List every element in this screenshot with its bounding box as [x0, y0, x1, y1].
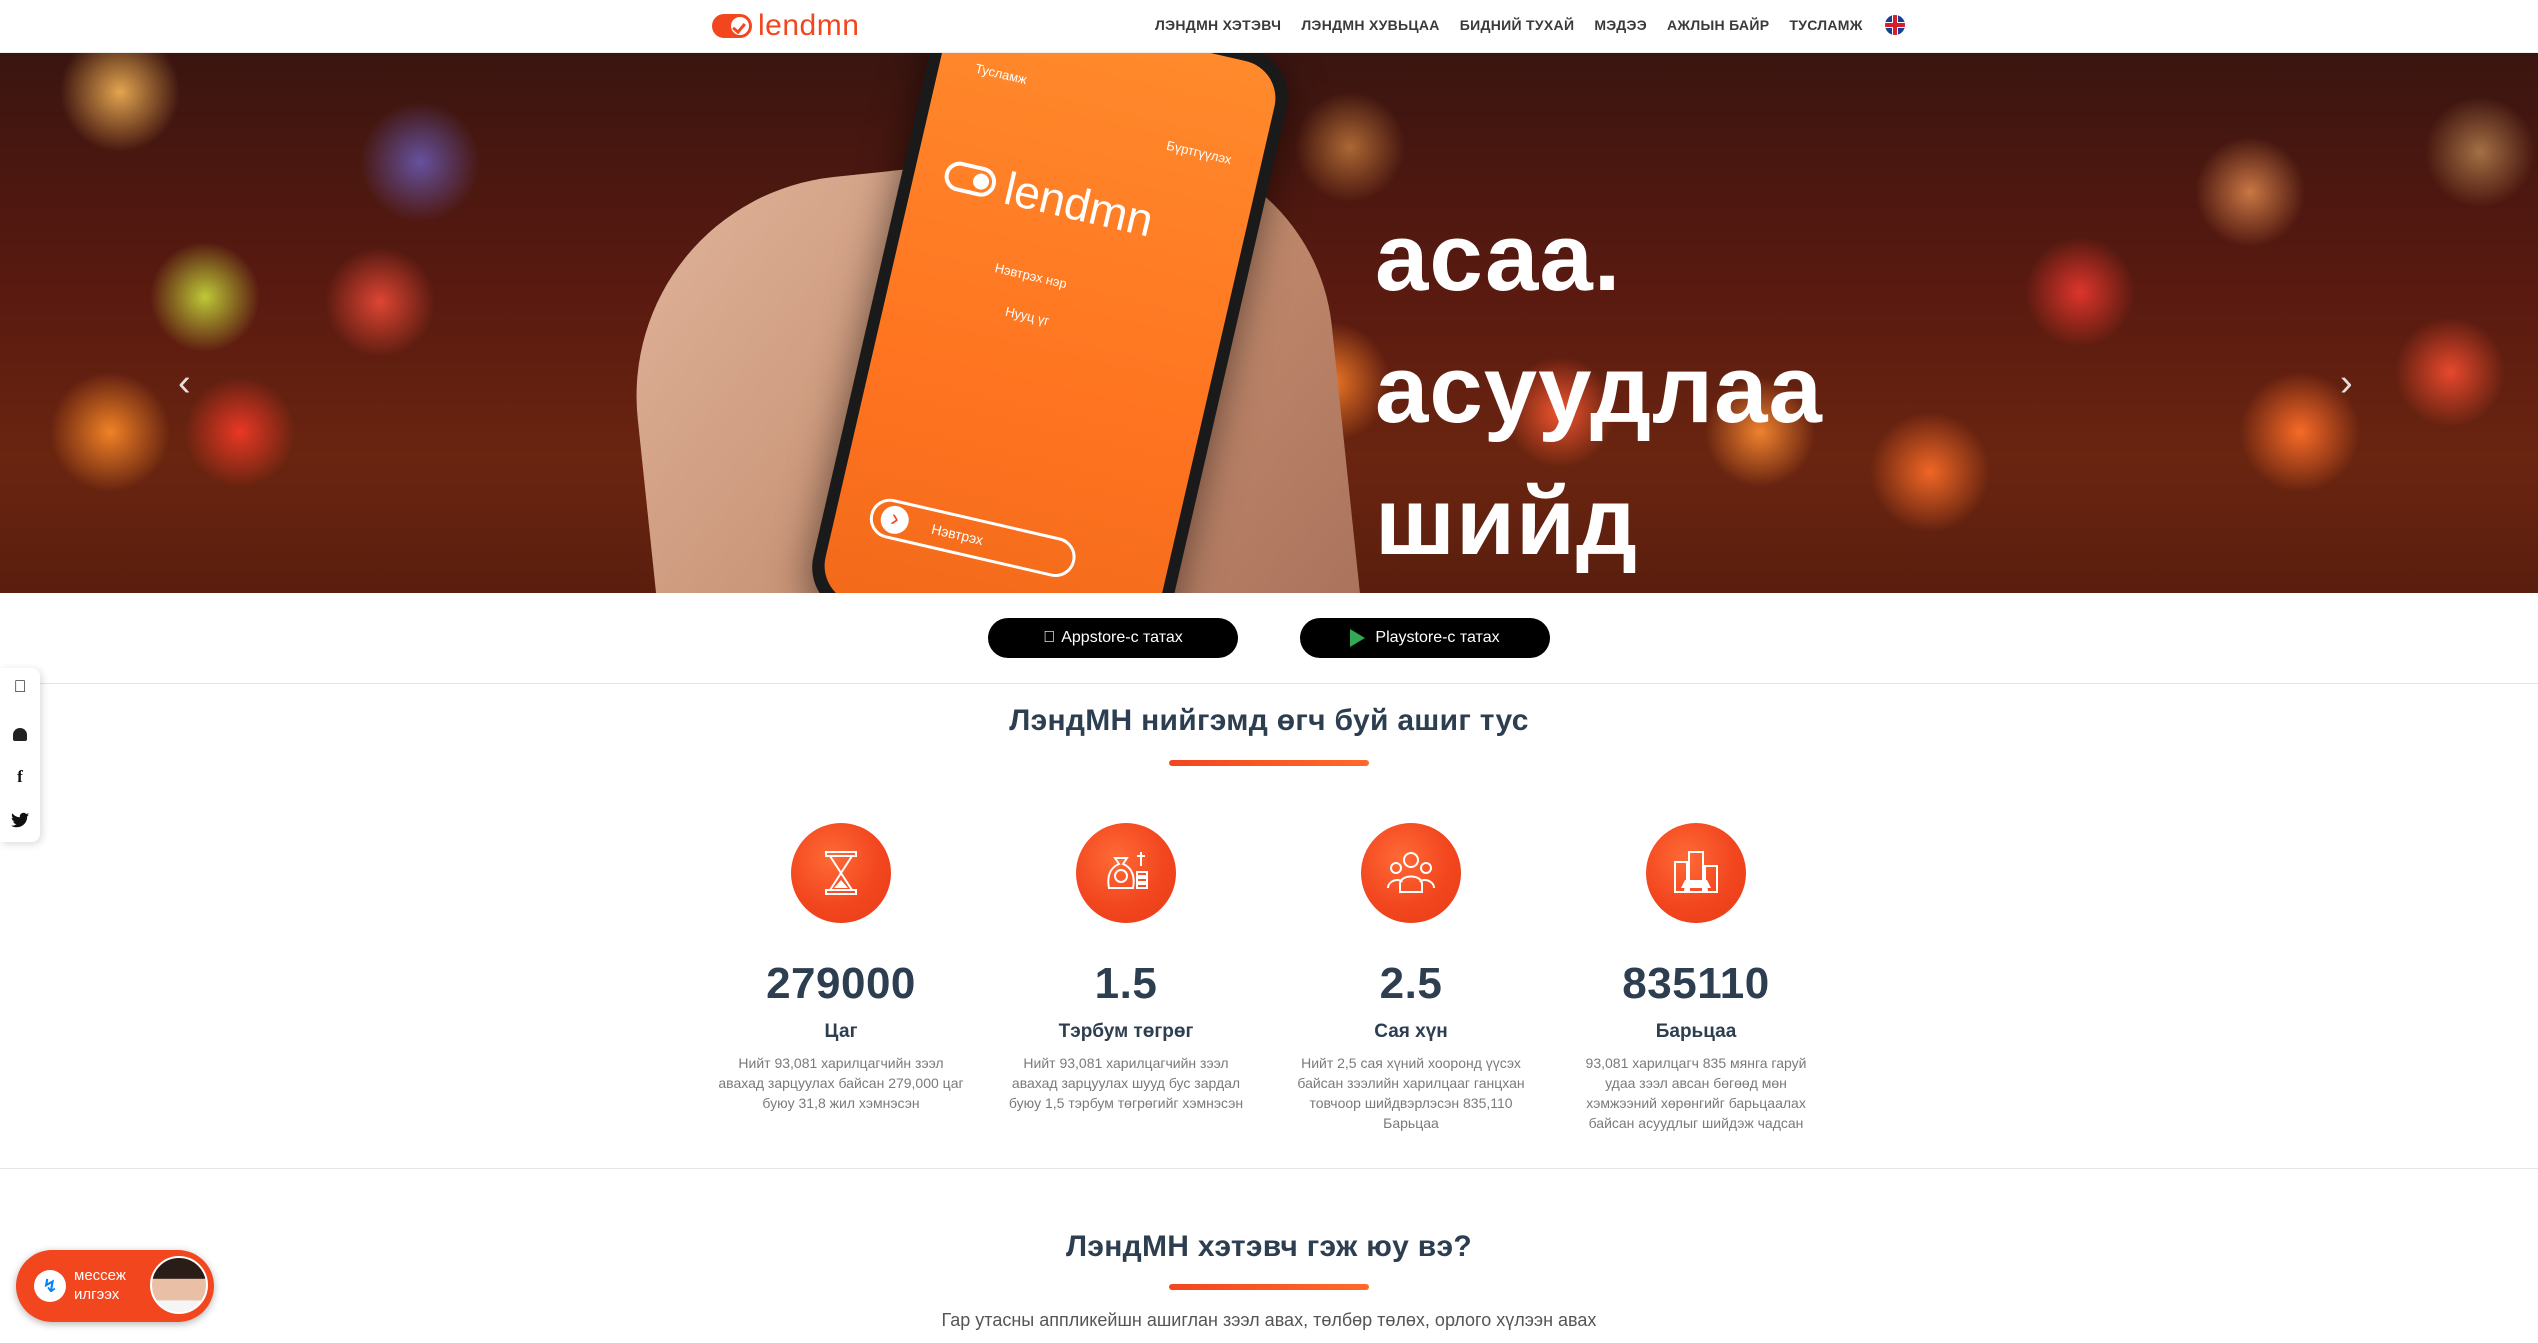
twitter-icon[interactable] — [10, 810, 30, 830]
phone-password-label: Нууц үг — [1003, 303, 1051, 329]
benefit-item-hours: 279000 Цаг Нийт 93,081 харилцагчийн зээл… — [711, 823, 971, 1113]
benefit-label: Барьцаа — [1655, 1021, 1737, 1042]
carousel-prev-icon[interactable]: ‹ — [178, 362, 191, 405]
lendmn-logo[interactable]: lendmn — [712, 9, 859, 43]
store-buttons:  Appstore-с татах Playstore-с татах — [0, 618, 2538, 658]
facebook-icon[interactable]: f — [10, 767, 30, 787]
nav-item-shares[interactable]: ЛЭНДМН ХУВЬЦАА — [1301, 17, 1439, 33]
appstore-button[interactable]:  Appstore-с татах — [988, 618, 1238, 658]
google-play-icon — [1350, 629, 1366, 647]
main-nav: ЛЭНДМН ХЭТЭВЧ ЛЭНДМН ХУВЬЦАА БИДНИЙ ТУХА… — [1155, 0, 1905, 50]
divider — [0, 1168, 2538, 1169]
phone-username-label: Нэвтрэх нэр — [993, 260, 1069, 292]
messenger-label: мессеж илгээх — [74, 1266, 126, 1304]
benefit-description: Нийт 93,081 харилцагчийн зээл авахад зар… — [1008, 1055, 1244, 1111]
hero-line-1: асаа. — [1375, 204, 1622, 311]
playstore-button[interactable]: Playstore-с татах — [1300, 618, 1550, 658]
uk-flag-icon[interactable] — [1884, 15, 1905, 35]
title-underline — [1169, 1284, 1369, 1290]
wallet-title: ЛэндМН хэтэвч гэж юу вэ? — [1066, 1230, 1472, 1263]
benefit-description: Нийт 2,5 сая хүний хооронд үүсэх байсан … — [1297, 1055, 1525, 1131]
benefit-description: Нийт 93,081 харилцагчийн зээл авахад зар… — [718, 1055, 964, 1111]
hero-carousel: Тусламж Бүртгүүлэх lendmn Нэвтрэх нэр Ну… — [0, 52, 2538, 593]
benefit-item-people: 2.5 Сая хүн Нийт 2,5 сая хүний хооронд ү… — [1281, 823, 1541, 1133]
logo-text: lendmn — [758, 9, 860, 42]
divider — [0, 683, 2538, 684]
nav-item-careers[interactable]: АЖЛЫН БАЙР — [1667, 17, 1769, 33]
apple-icon[interactable]:  — [10, 677, 30, 697]
hero-line-3: шийд — [1375, 468, 1638, 575]
carousel-next-icon[interactable]: › — [2340, 362, 2353, 405]
nav-item-about[interactable]: БИДНИЙ ТУХАЙ — [1460, 17, 1575, 33]
top-navbar: lendmn ЛЭНДМН ХЭТЭВЧ ЛЭНДМН ХУВЬЦАА БИДН… — [0, 0, 2538, 53]
messenger-label-line-2: илгээх — [74, 1286, 120, 1303]
benefit-value: 279000 — [766, 959, 916, 1008]
title-underline — [1169, 760, 1369, 766]
people-icon — [1361, 823, 1461, 923]
benefit-label: Тэрбум төгрөг — [1058, 1021, 1194, 1042]
hourglass-icon — [791, 823, 891, 923]
benefit-value: 1.5 — [1094, 959, 1158, 1008]
hero-headline: асаа. асуудлаа шийд — [1375, 192, 1823, 588]
benefit-label: Сая хүн — [1374, 1021, 1448, 1042]
nav-item-help[interactable]: ТУСЛАМЖ — [1789, 17, 1862, 33]
city-car-icon — [1646, 823, 1746, 923]
nav-item-wallet[interactable]: ЛЭНДМН ХЭТЭВЧ — [1155, 17, 1281, 33]
phone-login-button: Нэвтрэх — [865, 494, 1080, 581]
messenger-icon: ↯ — [34, 1270, 66, 1302]
phone-logo: lendmn — [939, 147, 1159, 248]
apple-icon:  — [1043, 629, 1055, 647]
benefit-label: Цаг — [824, 1021, 858, 1042]
hero-line-2: асуудлаа — [1375, 336, 1823, 443]
benefit-value: 835110 — [1622, 959, 1770, 1008]
phone-register-label: Бүртгүүлэх — [1165, 137, 1234, 168]
messenger-label-line-1: мессеж — [74, 1267, 126, 1284]
benefit-description: 93,081 харилцагч 835 мянга гаруй удаа зэ… — [1585, 1055, 1807, 1131]
phone-logo-text: lendmn — [999, 161, 1159, 247]
playstore-label: Playstore-с татах — [1375, 629, 1500, 646]
benefit-item-money: 1.5 Тэрбум төгрөг Нийт 93,081 харилцагчи… — [996, 823, 1256, 1113]
wallet-intro: Гар утасны аппликейшн ашиглан зээл авах,… — [941, 1310, 1597, 1330]
appstore-label: Appstore-с татах — [1055, 629, 1183, 646]
nav-item-news[interactable]: МЭДЭЭ — [1594, 17, 1647, 33]
benefits-title: ЛэндМН нийгэмд өгч буй ашиг тус — [1009, 704, 1529, 737]
messenger-chat-button[interactable]: ↯ мессеж илгээх — [16, 1250, 214, 1322]
benefit-value: 2.5 — [1379, 959, 1443, 1008]
phone-logo-mark-icon — [941, 158, 1000, 200]
money-bag-icon — [1076, 823, 1176, 923]
social-sidebar:  f — [0, 668, 40, 842]
benefit-item-collateral: 835110 Барьцаа 93,081 харилцагч 835 мянг… — [1566, 823, 1826, 1133]
phone-help-label: Тусламж — [973, 60, 1029, 88]
agent-avatar — [150, 1256, 208, 1314]
logo-mark-icon — [712, 14, 752, 38]
